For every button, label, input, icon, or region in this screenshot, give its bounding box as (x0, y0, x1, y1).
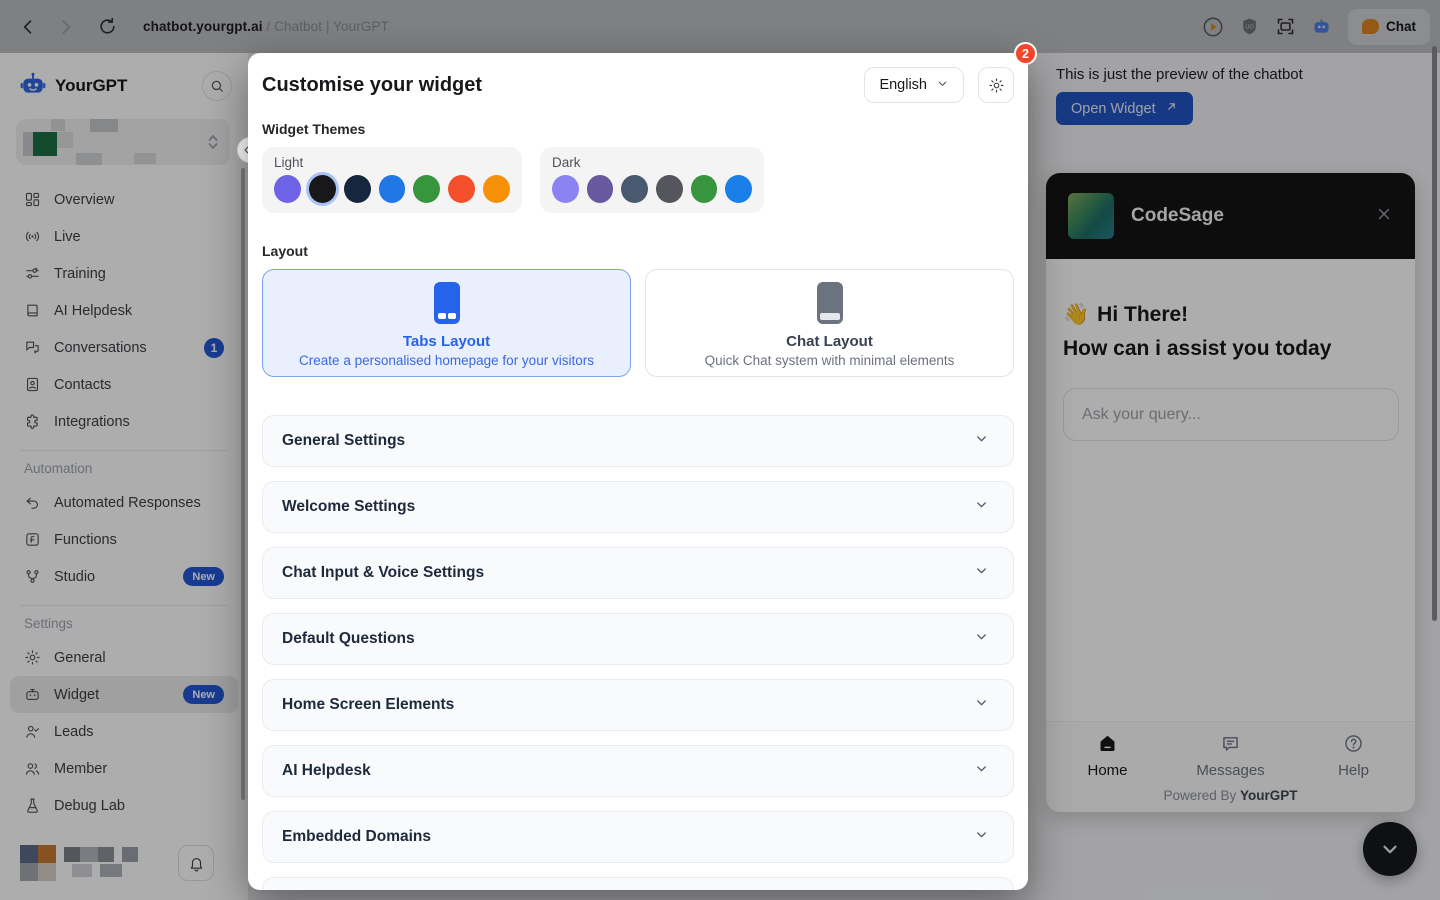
light-label: Light (274, 155, 510, 170)
chevron-down-icon (974, 629, 989, 649)
light-themes-group: Light (262, 147, 522, 213)
modal-title: Customise your widget (262, 74, 482, 97)
dark-theme-swatch-1[interactable] (552, 175, 579, 203)
language-select[interactable]: English (864, 67, 964, 103)
layout-heading: Layout (262, 243, 1014, 259)
customise-widget-modal: Customise your widget English Widget The… (248, 53, 1028, 890)
light-theme-swatch-5[interactable] (413, 175, 440, 203)
tabs-layout-option[interactable]: Tabs Layout Create a personalised homepa… (262, 269, 631, 377)
light-theme-swatch-2-selected[interactable] (309, 175, 336, 203)
accordion-default-questions[interactable]: Default Questions (262, 613, 1014, 665)
accordion-welcome-settings[interactable]: Welcome Settings (262, 481, 1014, 533)
chevron-down-icon (974, 497, 989, 517)
widget-settings-gear-icon[interactable] (978, 67, 1014, 103)
widget-themes-heading: Widget Themes (262, 121, 1014, 137)
chat-layout-icon (817, 282, 843, 324)
dark-theme-swatch-3[interactable] (621, 175, 648, 203)
light-theme-swatch-7[interactable] (483, 175, 510, 203)
chevron-down-icon (974, 761, 989, 781)
light-theme-swatch-6[interactable] (448, 175, 475, 203)
chevron-down-icon (974, 695, 989, 715)
chat-layout-option[interactable]: Chat Layout Quick Chat system with minim… (645, 269, 1014, 377)
accordion-ai-helpdesk[interactable]: AI Helpdesk (262, 745, 1014, 797)
chevron-down-icon (974, 431, 989, 451)
accordion-partial[interactable] (262, 877, 1014, 890)
accordion-general-settings[interactable]: General Settings (262, 415, 1014, 467)
light-theme-swatch-1[interactable] (274, 175, 301, 203)
dark-theme-swatch-4[interactable] (656, 175, 683, 203)
accordion-chat-input-voice-settings[interactable]: Chat Input & Voice Settings (262, 547, 1014, 599)
light-theme-swatch-4[interactable] (379, 175, 406, 203)
dark-theme-swatch-6[interactable] (725, 175, 752, 203)
dark-theme-swatch-2[interactable] (587, 175, 614, 203)
chevron-down-icon (936, 77, 949, 94)
accordion-embedded-domains[interactable]: Embedded Domains (262, 811, 1014, 863)
notification-count-badge: 2 (1014, 42, 1037, 65)
chevron-down-icon (974, 827, 989, 847)
accordion-home-screen-elements[interactable]: Home Screen Elements (262, 679, 1014, 731)
dark-themes-group: Dark (540, 147, 764, 213)
light-theme-swatch-3[interactable] (344, 175, 371, 203)
dark-theme-swatch-5[interactable] (691, 175, 718, 203)
dark-label: Dark (552, 155, 752, 170)
chevron-down-icon (974, 563, 989, 583)
tabs-layout-icon (434, 282, 460, 324)
